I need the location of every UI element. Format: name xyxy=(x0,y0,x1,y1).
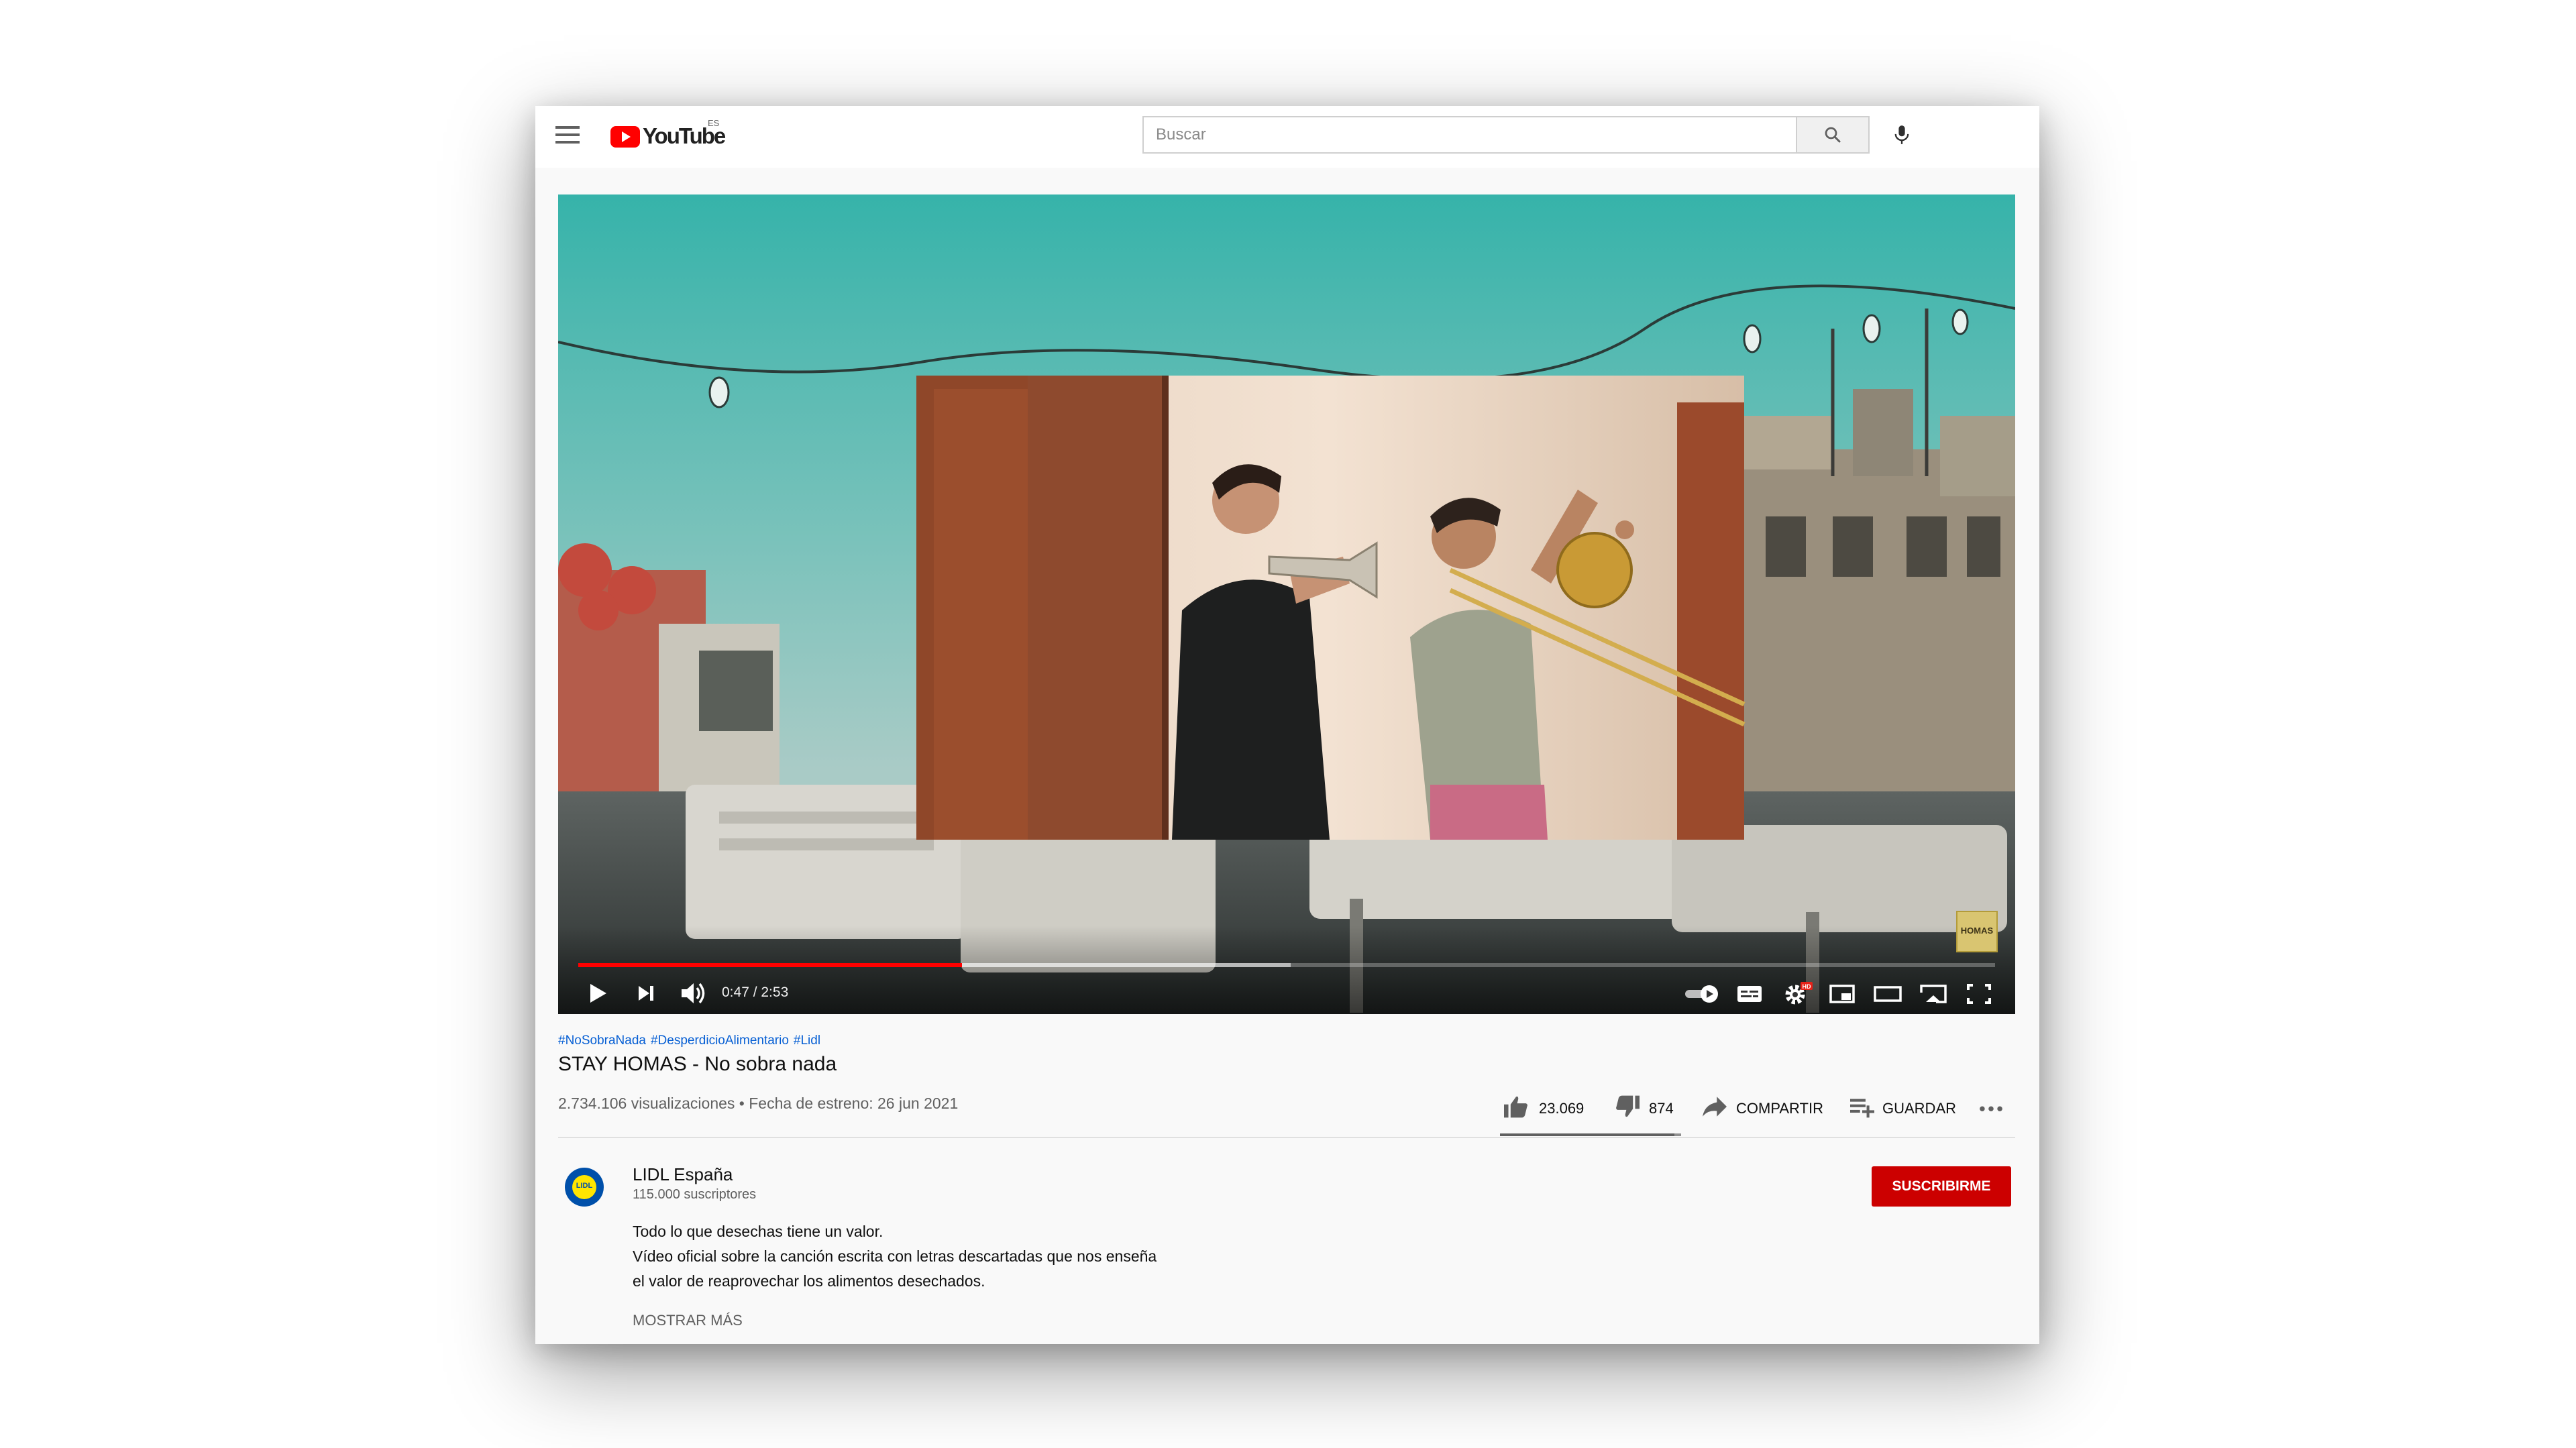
voice-search-button[interactable] xyxy=(1886,119,1917,150)
hd-badge: HD xyxy=(1803,983,1811,990)
channel-name[interactable]: LIDL España xyxy=(633,1164,733,1185)
thumbs-down-icon xyxy=(1616,1095,1640,1117)
cast-button[interactable] xyxy=(1916,972,1951,1014)
time-display: 0:47 / 2:53 xyxy=(722,985,789,1000)
description-line: el valor de reaprovechar los alimentos d… xyxy=(633,1272,985,1290)
subtitles-button[interactable] xyxy=(1732,972,1767,1014)
like-count: 23.069 xyxy=(1539,1100,1585,1117)
progress-played xyxy=(578,963,963,967)
player-controls: 0:47 / 2:53 HD xyxy=(558,972,2015,1014)
video-meta: 2.734.106 visualizaciones • Fecha de est… xyxy=(558,1095,959,1112)
play-button[interactable] xyxy=(581,972,613,1014)
subtitles-icon xyxy=(1737,986,1762,1002)
video-player[interactable]: HOMAS 0:47 / 2:53 HD xyxy=(558,194,2015,1014)
hashtags: #NoSobraNada #DesperdicioAlimentario #Lidl xyxy=(558,1034,825,1048)
more-horizontal-icon xyxy=(1980,1106,2002,1112)
thumbs-up-icon xyxy=(1504,1096,1527,1118)
settings-button[interactable]: HD xyxy=(1779,972,1814,1014)
search-button[interactable] xyxy=(1796,116,1870,154)
channel-watermark[interactable]: HOMAS xyxy=(1956,911,1998,952)
hashtag-link[interactable]: #DesperdicioAlimentario xyxy=(651,1034,789,1048)
youtube-play-logo-icon xyxy=(610,126,640,148)
volume-icon xyxy=(682,983,705,1004)
progress-bar[interactable] xyxy=(578,963,1995,967)
sentiment-bar xyxy=(1500,1133,1681,1136)
miniplayer-icon xyxy=(1829,985,1855,1003)
share-label: COMPARTIR xyxy=(1736,1100,1823,1117)
autoplay-toggle[interactable] xyxy=(1682,972,1721,1014)
next-icon xyxy=(639,986,653,1001)
hashtag-link[interactable]: #Lidl xyxy=(794,1034,820,1048)
channel-avatar[interactable]: LIDL xyxy=(565,1168,604,1207)
next-button[interactable] xyxy=(629,972,661,1014)
share-arrow-icon xyxy=(1703,1097,1727,1117)
video-frame xyxy=(558,194,2015,1014)
theater-mode-button[interactable] xyxy=(1870,972,1905,1014)
avatar-logo-text: LIDL xyxy=(576,1182,593,1190)
hashtag-link[interactable]: #NoSobraNada xyxy=(558,1034,646,1048)
hamburger-menu-icon[interactable] xyxy=(555,126,580,146)
volume-button[interactable] xyxy=(676,972,710,1014)
sentiment-bar-like-fill xyxy=(1500,1133,1674,1136)
fullscreen-icon xyxy=(1967,984,1991,1004)
search-input[interactable] xyxy=(1144,117,1796,152)
watermark-text: HOMAS xyxy=(1960,926,1994,936)
play-icon xyxy=(590,984,606,1003)
search-icon xyxy=(1825,127,1841,143)
miniplayer-button[interactable] xyxy=(1825,972,1860,1014)
autoplay-toggle-icon xyxy=(1685,985,1718,1003)
microphone-icon xyxy=(1894,125,1909,144)
subscribe-button[interactable]: SUSCRIBIRME xyxy=(1872,1166,2011,1207)
dislike-count: 874 xyxy=(1649,1100,1674,1117)
fullscreen-button[interactable] xyxy=(1962,972,1996,1014)
description-line: Vídeo oficial sobre la canción escrita c… xyxy=(633,1247,1157,1265)
video-description: Todo lo que desechas tiene un valor. Víd… xyxy=(633,1219,1157,1294)
search-box xyxy=(1142,116,1797,154)
theater-mode-icon xyxy=(1874,986,1902,1002)
gear-icon: HD xyxy=(1785,982,1813,1005)
subscriber-count: 115.000 suscriptores xyxy=(633,1187,757,1202)
masthead: YouTube ES xyxy=(535,106,2039,168)
playlist-add-icon xyxy=(1850,1099,1874,1118)
logo-region-code: ES xyxy=(708,118,720,128)
cast-icon xyxy=(1920,985,1947,1003)
browser-window: YouTube ES Buscar HOMAS 0:47 / 2:53 HD #… xyxy=(535,106,2039,1344)
show-more-button[interactable]: MOSTRAR MÁS xyxy=(633,1312,743,1329)
divider xyxy=(558,1137,2015,1138)
video-title: STAY HOMAS - No sobra nada xyxy=(558,1053,837,1075)
description-line: Todo lo que desechas tiene un valor. xyxy=(633,1223,883,1240)
save-label: GUARDAR xyxy=(1882,1100,1957,1117)
